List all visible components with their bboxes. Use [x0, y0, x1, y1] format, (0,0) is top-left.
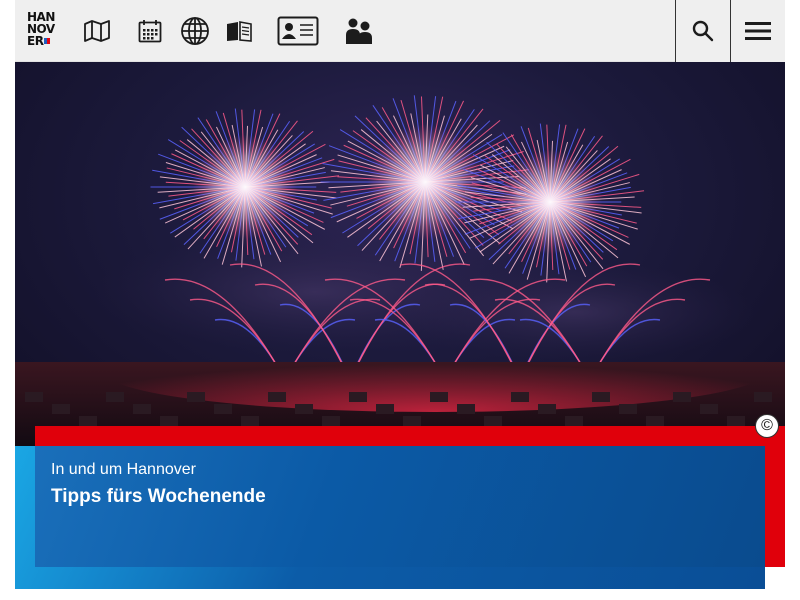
- book-icon[interactable]: [225, 14, 253, 48]
- hedge: [619, 404, 637, 414]
- map-icon[interactable]: [82, 14, 112, 48]
- hedge: [133, 404, 151, 414]
- hedge: [457, 404, 475, 414]
- hedge: [484, 416, 502, 426]
- contact-card-icon[interactable]: [277, 14, 319, 48]
- teaser-panel: In und um Hannover Tipps fürs Wochenende: [35, 446, 765, 567]
- hedge: [268, 392, 286, 402]
- hero-image[interactable]: [15, 62, 785, 446]
- people-icon[interactable]: [342, 14, 376, 48]
- hedge: [187, 392, 205, 402]
- hedge: [52, 404, 70, 414]
- teaser-title[interactable]: Tipps fürs Wochenende: [51, 486, 266, 508]
- menu-button[interactable]: [730, 0, 785, 62]
- hedge: [700, 404, 718, 414]
- hedge: [79, 416, 97, 426]
- copyright-button[interactable]: ©: [755, 414, 779, 438]
- site-header: HAN NOV ER: [15, 0, 785, 62]
- hedge: [592, 392, 610, 402]
- hedge: [295, 404, 313, 414]
- logo-mark-icon: [44, 38, 51, 44]
- teaser-box[interactable]: In und um Hannover Tipps fürs Wochenende: [15, 446, 765, 589]
- hedge: [430, 392, 448, 402]
- teaser-kicker: In und um Hannover: [51, 461, 196, 478]
- hedge: [241, 416, 259, 426]
- hedge: [160, 416, 178, 426]
- hedge: [214, 404, 232, 414]
- search-icon: [692, 20, 714, 42]
- hedge: [25, 392, 43, 402]
- hedge: [403, 416, 421, 426]
- calendar-icon[interactable]: [136, 14, 164, 48]
- hedge: [646, 416, 664, 426]
- hedge: [511, 392, 529, 402]
- hedge: [349, 392, 367, 402]
- hedge: [106, 392, 124, 402]
- hedge: [322, 416, 340, 426]
- hannover-logo[interactable]: HAN NOV ER: [27, 11, 57, 51]
- hedge: [754, 392, 772, 402]
- hedge: [727, 416, 745, 426]
- hedge: [565, 416, 583, 426]
- logo-line-3: ER: [27, 34, 44, 48]
- globe-icon[interactable]: [179, 14, 211, 48]
- hedge: [538, 404, 556, 414]
- hedge: [673, 392, 691, 402]
- search-button[interactable]: [675, 0, 730, 62]
- hedge: [376, 404, 394, 414]
- hamburger-menu-icon: [745, 22, 771, 40]
